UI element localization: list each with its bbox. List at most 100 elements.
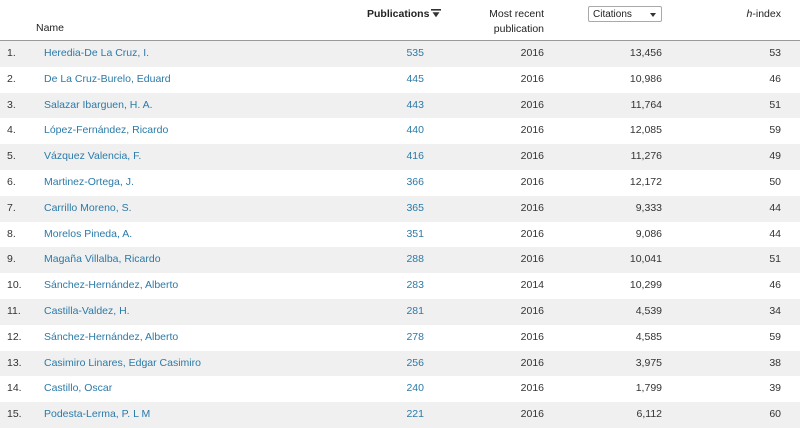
table-row: 6. Martinez-Ortega, J. 366 2016 12,172 50 (0, 169, 800, 196)
h-index-cell: 49 (769, 150, 781, 163)
rank-cell: 6. (7, 175, 16, 188)
rank-cell: 7. (7, 201, 16, 214)
author-name-link[interactable]: De La Cruz-Burelo, Eduard (44, 67, 171, 93)
filter-sort-icon[interactable] (431, 9, 441, 18)
citations-cell: 12,085 (629, 124, 662, 137)
table-row: 14. Castillo, Oscar 240 2016 1,799 39 (0, 376, 800, 403)
most-recent-year-cell: 2016 (520, 72, 544, 85)
publications-count-link[interactable]: 351 (406, 222, 424, 248)
author-name-link[interactable]: Salazar Ibarguen, H. A. (44, 93, 153, 119)
author-name-link[interactable]: Casimiro Linares, Edgar Casimiro (44, 351, 201, 377)
publications-count-link[interactable]: 445 (406, 67, 424, 93)
publications-count-link[interactable]: 240 (406, 376, 424, 402)
most-recent-year-cell: 2016 (520, 124, 544, 137)
most-recent-year-cell: 2016 (520, 330, 544, 343)
chevron-down-icon (650, 13, 656, 17)
rank-cell: 12. (7, 330, 22, 343)
h-index-cell: 46 (769, 72, 781, 85)
rank-cell: 9. (7, 253, 16, 266)
most-recent-year-cell: 2016 (520, 408, 544, 421)
most-recent-year-cell: 2016 (520, 98, 544, 111)
rank-cell: 10. (7, 279, 22, 292)
citations-metric-select[interactable]: Citations (588, 6, 662, 22)
h-index-cell: 59 (769, 124, 781, 137)
table-row: 13. Casimiro Linares, Edgar Casimiro 256 20… (0, 350, 800, 377)
author-name-link[interactable]: López-Fernández, Ricardo (44, 118, 168, 144)
most-recent-year-cell: 2016 (520, 356, 544, 369)
publications-count-link[interactable]: 256 (406, 351, 424, 377)
table-body: 1. Heredia-De La Cruz, I. 535 2016 13,456 53 2… (0, 41, 800, 428)
publications-count-link[interactable]: 440 (406, 118, 424, 144)
citations-cell: 9,333 (635, 201, 662, 214)
citations-cell: 11,276 (630, 150, 662, 163)
publications-count-link[interactable]: 221 (406, 402, 424, 428)
column-header-h-index[interactable]: h-index (747, 8, 781, 20)
most-recent-year-cell: 2016 (520, 47, 544, 59)
most-recent-year-cell: 2014 (520, 279, 544, 292)
publications-count-link[interactable]: 366 (406, 170, 424, 196)
h-index-cell: 39 (769, 382, 781, 395)
author-name-link[interactable]: Castilla-Valdez, H. (44, 299, 130, 325)
citations-cell: 4,585 (635, 330, 662, 343)
rank-cell: 13. (7, 356, 22, 369)
most-recent-year-cell: 2016 (520, 150, 544, 163)
h-index-cell: 53 (769, 47, 781, 59)
table-row: 1. Heredia-De La Cruz, I. 535 2016 13,456 53 (0, 41, 800, 67)
h-index-cell: 51 (769, 253, 781, 266)
author-name-link[interactable]: Martinez-Ortega, J. (44, 170, 134, 196)
publications-count-link[interactable]: 365 (406, 196, 424, 222)
publications-count-link[interactable]: 281 (406, 299, 424, 325)
author-name-link[interactable]: Magaña Villalba, Ricardo (44, 247, 161, 273)
citations-cell: 11,764 (630, 98, 662, 111)
h-index-cell: 44 (769, 201, 781, 214)
author-name-link[interactable]: Castillo, Oscar (44, 376, 112, 402)
table-row: 3. Salazar Ibarguen, H. A. 443 2016 11,764 51 (0, 92, 800, 119)
citations-cell: 10,986 (629, 72, 662, 85)
h-index-cell: 38 (769, 356, 781, 369)
rank-cell: 14. (7, 382, 22, 395)
rank-cell: 4. (7, 124, 16, 137)
publications-count-link[interactable]: 283 (406, 273, 424, 299)
h-index-cell: 50 (769, 175, 781, 188)
table-row: 15. Podesta-Lerma, P. L M 221 2016 6,112 60 (0, 402, 800, 428)
table-row: 9. Magaña Villalba, Ricardo 288 2016 10,041 5… (0, 247, 800, 274)
citations-cell: 12,172 (629, 175, 662, 188)
author-name-link[interactable]: Vázquez Valencia, F. (44, 144, 141, 170)
most-recent-year-cell: 2016 (520, 201, 544, 214)
publications-count-link[interactable]: 288 (406, 247, 424, 273)
table-row: 12. Sánchez-Hernández, Alberto 278 2016 4,58… (0, 324, 800, 351)
h-index-cell: 60 (769, 408, 781, 421)
most-recent-year-cell: 2016 (520, 253, 544, 266)
author-name-link[interactable]: Podesta-Lerma, P. L M (44, 402, 150, 428)
citations-cell: 10,299 (629, 279, 662, 292)
column-header-publications[interactable]: Publications (367, 8, 429, 20)
h-index-cell: 46 (769, 279, 781, 292)
rank-cell: 11. (7, 304, 21, 317)
author-ranking-table: Name Publications Most recent publicatio… (0, 0, 800, 428)
most-recent-year-cell: 2016 (520, 227, 544, 240)
table-row: 2. De La Cruz-Burelo, Eduard 445 2016 10,986… (0, 66, 800, 93)
most-recent-year-cell: 2016 (520, 304, 544, 317)
table-header: Name Publications Most recent publicatio… (0, 0, 800, 41)
rank-cell: 3. (7, 98, 16, 111)
author-name-link[interactable]: Carrillo Moreno, S. (44, 196, 132, 222)
author-name-link[interactable]: Sánchez-Hernández, Alberto (44, 273, 178, 299)
author-name-link[interactable]: Morelos Pineda, A. (44, 222, 132, 248)
table-row: 4. López-Fernández, Ricardo 440 2016 12,085 5… (0, 118, 800, 145)
citations-cell: 3,975 (635, 356, 662, 369)
publications-count-link[interactable]: 278 (406, 325, 424, 351)
column-header-most-recent-publication[interactable]: Most recent publication (470, 7, 544, 37)
rank-cell: 5. (7, 150, 16, 163)
publications-count-link[interactable]: 443 (406, 93, 424, 119)
citations-cell: 9,086 (635, 227, 662, 240)
table-row: 5. Vázquez Valencia, F. 416 2016 11,276 49 (0, 144, 800, 170)
column-header-name[interactable]: Name (36, 22, 64, 34)
citations-cell: 13,456 (629, 47, 662, 59)
author-name-link[interactable]: Heredia-De La Cruz, I. (44, 41, 149, 67)
citations-cell: 6,112 (636, 408, 663, 421)
rank-cell: 2. (7, 72, 16, 85)
publications-count-link[interactable]: 535 (406, 41, 424, 67)
table-row: 10. Sánchez-Hernández, Alberto 283 2014 10,2… (0, 273, 800, 299)
publications-count-link[interactable]: 416 (406, 144, 424, 170)
author-name-link[interactable]: Sánchez-Hernández, Alberto (44, 325, 178, 351)
